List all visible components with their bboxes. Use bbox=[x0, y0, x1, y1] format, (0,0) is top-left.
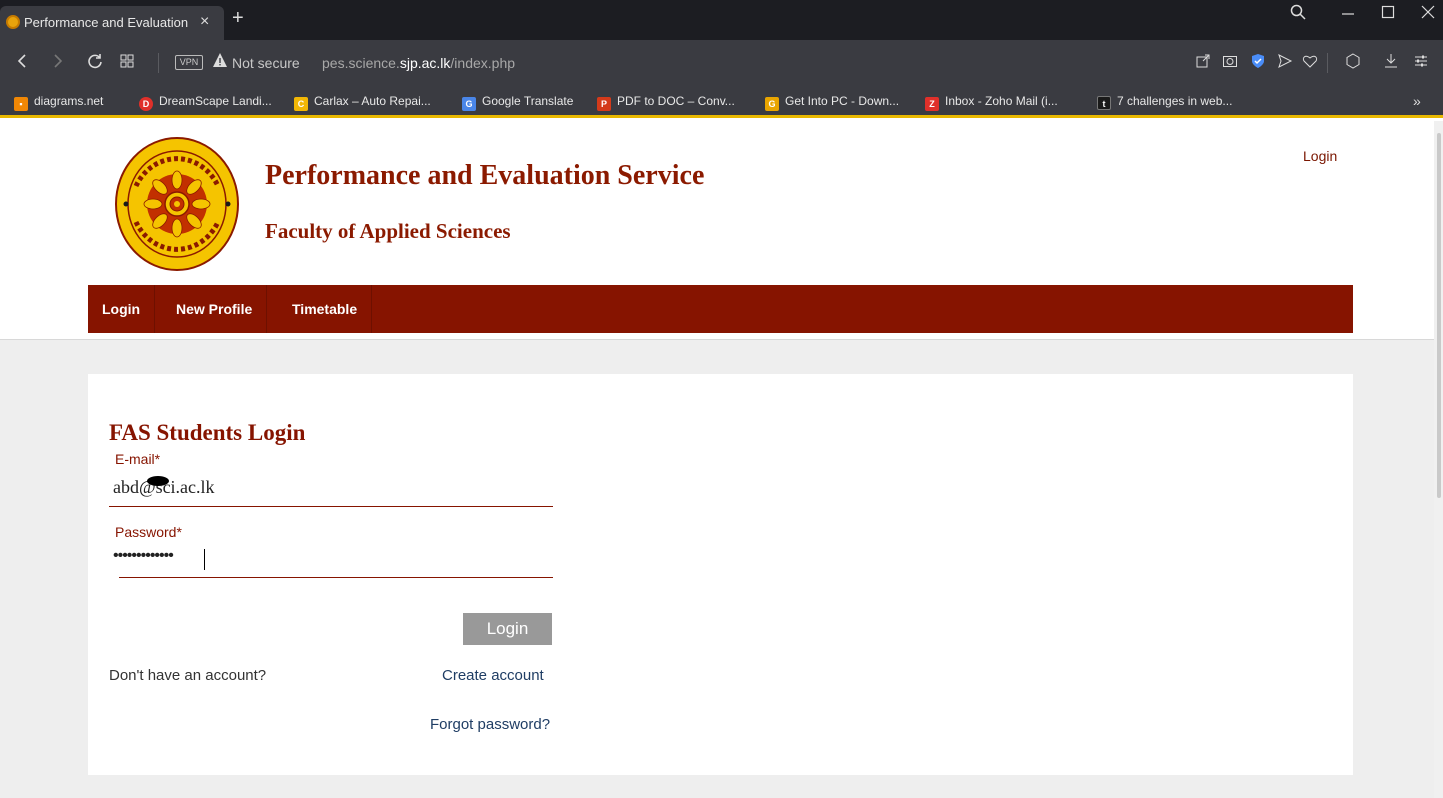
bookmark-label: diagrams.net bbox=[34, 94, 104, 108]
reload-icon[interactable] bbox=[86, 52, 104, 75]
login-submit-button[interactable]: Login bbox=[463, 613, 552, 645]
forgot-password-link[interactable]: Forgot password? bbox=[430, 716, 550, 733]
url-prefix: pes.science. bbox=[322, 55, 400, 71]
bookmark-tumblr[interactable]: t 7 challenges in web... bbox=[1097, 94, 1232, 110]
google-translate-icon: G bbox=[462, 97, 476, 111]
toolbar-separator bbox=[1327, 53, 1328, 73]
shield-icon[interactable] bbox=[1250, 53, 1266, 72]
tab-title: Performance and Evaluation bbox=[24, 15, 189, 30]
scrollbar-thumb[interactable] bbox=[1437, 133, 1441, 498]
browser-tab-active[interactable]: Performance and Evaluation × bbox=[0, 6, 224, 40]
send-icon[interactable] bbox=[1277, 53, 1293, 72]
no-account-text: Don't have an account? bbox=[109, 667, 267, 684]
create-account-link[interactable]: Create account bbox=[442, 667, 544, 684]
back-icon[interactable] bbox=[16, 52, 28, 75]
browser-tab-bar: Performance and Evaluation × + bbox=[0, 0, 1443, 40]
menu-item-login[interactable]: Login bbox=[88, 285, 156, 333]
window-close-icon[interactable] bbox=[1420, 4, 1436, 25]
menu-item-new-profile[interactable]: New Profile bbox=[162, 285, 268, 333]
main-menu: Login New Profile Timetable bbox=[88, 285, 1353, 333]
camera-icon[interactable] bbox=[1222, 53, 1238, 72]
site-subtitle: Faculty of Applied Sciences bbox=[265, 219, 511, 243]
carlax-icon: C bbox=[294, 97, 308, 111]
tumblr-icon: t bbox=[1097, 96, 1111, 110]
heart-icon[interactable] bbox=[1302, 53, 1318, 72]
bookmarks-bar: ▪ diagrams.net D DreamScape Landi... C Carl… bbox=[0, 86, 1443, 118]
password-underline bbox=[119, 577, 553, 578]
share-icon[interactable] bbox=[1195, 53, 1211, 72]
email-underline bbox=[109, 506, 553, 507]
bookmark-label: 7 challenges in web... bbox=[1117, 94, 1233, 108]
bookmark-getintopc[interactable]: G Get Into PC - Down... bbox=[765, 94, 899, 111]
bookmark-dreamscape[interactable]: D DreamScape Landi... bbox=[139, 94, 272, 111]
download-icon[interactable] bbox=[1383, 53, 1399, 72]
url-domain: sjp.ac.lk bbox=[399, 55, 451, 71]
dreamscape-icon: D bbox=[139, 97, 153, 111]
bookmark-carlax[interactable]: C Carlax – Auto Repai... bbox=[294, 94, 431, 111]
password-label: Password* bbox=[115, 524, 182, 540]
bookmark-label: Get Into PC - Down... bbox=[785, 94, 900, 108]
bookmark-diagrams[interactable]: ▪ diagrams.net bbox=[14, 94, 103, 111]
bookmark-label: PDF to DOC – Conv... bbox=[617, 94, 735, 108]
bookmark-label: Inbox - Zoho Mail (i... bbox=[945, 94, 1058, 108]
zoho-icon: Z bbox=[925, 97, 939, 111]
extensions-icon[interactable] bbox=[1345, 53, 1361, 72]
password-field[interactable]: ••••••••••••• bbox=[113, 547, 174, 565]
bookmark-google-translate[interactable]: G Google Translate bbox=[462, 94, 573, 111]
window-minimize-icon[interactable] bbox=[1340, 2, 1356, 23]
diagrams-icon: ▪ bbox=[14, 97, 28, 111]
bookmarks-more-icon[interactable]: » bbox=[1413, 93, 1421, 109]
bookmark-pdf-to-doc[interactable]: P PDF to DOC – Conv... bbox=[597, 94, 735, 111]
warning-icon[interactable] bbox=[212, 52, 228, 72]
tab-search-icon[interactable] bbox=[1290, 4, 1306, 25]
header-login-link[interactable]: Login bbox=[1303, 148, 1337, 164]
redaction-mark bbox=[147, 476, 169, 486]
bookmark-zoho[interactable]: Z Inbox - Zoho Mail (i... bbox=[925, 94, 1058, 111]
url-field[interactable]: pes.science.sjp.ac.lk/index.php bbox=[322, 55, 515, 71]
site-favicon-icon bbox=[6, 15, 20, 29]
not-secure-label[interactable]: Not secure bbox=[232, 55, 300, 71]
toolbar-separator bbox=[158, 53, 159, 73]
speed-dial-icon[interactable] bbox=[120, 54, 134, 71]
form-title: FAS Students Login bbox=[109, 420, 306, 445]
easy-setup-icon[interactable] bbox=[1413, 53, 1429, 72]
email-label: E-mail* bbox=[115, 451, 161, 467]
bookmark-label: Carlax – Auto Repai... bbox=[314, 94, 431, 108]
forward-icon[interactable] bbox=[52, 52, 64, 75]
menu-item-timetable[interactable]: Timetable bbox=[278, 285, 373, 333]
getintopc-icon: G bbox=[765, 97, 779, 111]
vpn-badge[interactable]: VPN bbox=[175, 55, 203, 70]
window-maximize-icon[interactable] bbox=[1380, 4, 1396, 25]
browser-address-bar: VPN Not secure pes.science.sjp.ac.lk/ind… bbox=[0, 40, 1443, 86]
site-title: Performance and Evaluation Service bbox=[265, 160, 705, 191]
tab-close-icon[interactable]: × bbox=[200, 13, 209, 31]
bookmark-label: Google Translate bbox=[482, 94, 574, 108]
text-caret bbox=[204, 549, 205, 570]
url-path: /index.php bbox=[450, 55, 516, 71]
bookmark-label: DreamScape Landi... bbox=[159, 94, 272, 108]
university-seal-logo bbox=[114, 136, 240, 272]
pdf-to-doc-icon: P bbox=[597, 97, 611, 111]
new-tab-button[interactable]: + bbox=[232, 8, 244, 28]
